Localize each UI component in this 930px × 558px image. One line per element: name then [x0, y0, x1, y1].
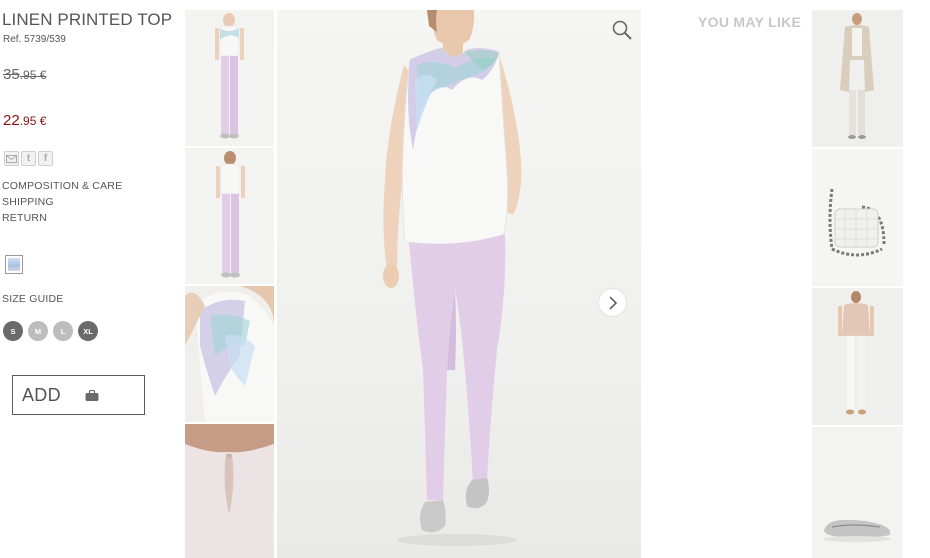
product-reference: Ref. 5739/539	[3, 34, 66, 45]
sale-price-cents: .95 €	[19, 114, 47, 128]
old-price: 35.95 €	[3, 66, 46, 83]
color-swatch-fill	[8, 258, 20, 271]
size-m-button[interactable]: M	[28, 321, 48, 341]
you-may-like-title: YOU MAY LIKE	[698, 14, 802, 30]
shipping-link[interactable]: SHIPPING	[2, 196, 122, 208]
recommendation-trench-coat[interactable]	[812, 10, 903, 147]
recommendation-blouse-outfit[interactable]	[812, 288, 903, 425]
sale-price-main: 22	[3, 112, 20, 129]
thumbnail-back-view[interactable]	[185, 148, 274, 284]
facebook-icon[interactable]: f	[38, 151, 53, 166]
add-button-label: ADD	[22, 384, 61, 405]
return-link[interactable]: RETURN	[2, 212, 122, 224]
thumbnail-keyhole-detail[interactable]	[185, 424, 274, 558]
color-swatch[interactable]	[5, 255, 23, 274]
size-xl-button[interactable]: XL	[78, 321, 98, 341]
chevron-right-icon	[608, 295, 617, 310]
twitter-icon[interactable]: t	[21, 151, 36, 166]
recommendation-silver-flats[interactable]	[812, 427, 903, 558]
shopping-bag-icon	[85, 389, 99, 401]
add-to-cart-button[interactable]: ADD	[12, 375, 145, 415]
email-icon[interactable]	[4, 151, 19, 166]
old-price-cents: .95 €	[19, 68, 47, 82]
size-guide-link[interactable]: SIZE GUIDE	[2, 293, 64, 305]
main-product-image[interactable]	[277, 10, 641, 558]
model-figure	[383, 10, 522, 546]
composition-care-link[interactable]: COMPOSITION & CARE	[2, 180, 122, 192]
size-l-button[interactable]: L	[53, 321, 73, 341]
thumbnail-print-detail[interactable]	[185, 286, 274, 422]
product-title: LINEN PRINTED TOP	[2, 10, 173, 29]
sale-price: 22.95 €	[3, 112, 46, 129]
product-info: LINEN PRINTED TOP Ref. 5739/539 35.95 € …	[2, 0, 178, 558]
size-s-button[interactable]: S	[3, 321, 23, 341]
recommendations	[812, 10, 903, 558]
magnifier-icon[interactable]	[611, 19, 633, 41]
share-buttons: t f	[4, 151, 53, 166]
size-selector: S M L XL	[3, 321, 98, 341]
old-price-main: 35	[3, 66, 20, 83]
recommendation-quilted-bag[interactable]	[812, 149, 903, 286]
info-links: COMPOSITION & CARE SHIPPING RETURN	[2, 180, 122, 224]
next-image-button[interactable]	[599, 289, 626, 316]
thumbnail-front-view[interactable]	[185, 10, 274, 146]
thumbnail-strip	[185, 10, 274, 558]
